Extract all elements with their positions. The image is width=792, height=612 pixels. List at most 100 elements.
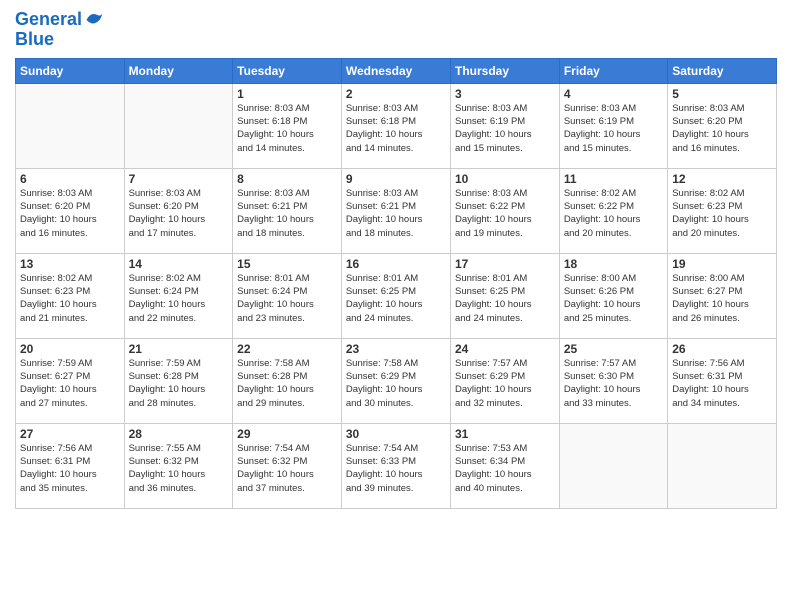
day-number: 16 [346, 257, 446, 271]
calendar-cell: 31Sunrise: 7:53 AMSunset: 6:34 PMDayligh… [450, 423, 559, 508]
day-number: 20 [20, 342, 120, 356]
calendar-cell [559, 423, 667, 508]
day-number: 9 [346, 172, 446, 186]
calendar-day-header: Friday [559, 58, 667, 83]
header: General Blue [15, 10, 777, 50]
calendar-cell: 10Sunrise: 8:03 AMSunset: 6:22 PMDayligh… [450, 168, 559, 253]
calendar-cell: 30Sunrise: 7:54 AMSunset: 6:33 PMDayligh… [341, 423, 450, 508]
calendar-cell: 4Sunrise: 8:03 AMSunset: 6:19 PMDaylight… [559, 83, 667, 168]
calendar-cell: 17Sunrise: 8:01 AMSunset: 6:25 PMDayligh… [450, 253, 559, 338]
day-info: Sunrise: 7:58 AMSunset: 6:29 PMDaylight:… [346, 357, 446, 410]
day-number: 11 [564, 172, 663, 186]
day-number: 25 [564, 342, 663, 356]
day-info: Sunrise: 7:54 AMSunset: 6:32 PMDaylight:… [237, 442, 337, 495]
calendar-table: SundayMondayTuesdayWednesdayThursdayFrid… [15, 58, 777, 509]
calendar-cell: 1Sunrise: 8:03 AMSunset: 6:18 PMDaylight… [233, 83, 342, 168]
day-info: Sunrise: 8:00 AMSunset: 6:26 PMDaylight:… [564, 272, 663, 325]
day-info: Sunrise: 8:03 AMSunset: 6:22 PMDaylight:… [455, 187, 555, 240]
day-number: 10 [455, 172, 555, 186]
day-number: 31 [455, 427, 555, 441]
calendar-cell [124, 83, 233, 168]
calendar-cell: 15Sunrise: 8:01 AMSunset: 6:24 PMDayligh… [233, 253, 342, 338]
day-number: 19 [672, 257, 772, 271]
logo-text: General [15, 10, 82, 30]
calendar-day-header: Saturday [668, 58, 777, 83]
calendar-cell: 25Sunrise: 7:57 AMSunset: 6:30 PMDayligh… [559, 338, 667, 423]
day-info: Sunrise: 8:01 AMSunset: 6:24 PMDaylight:… [237, 272, 337, 325]
day-number: 12 [672, 172, 772, 186]
calendar-cell: 2Sunrise: 8:03 AMSunset: 6:18 PMDaylight… [341, 83, 450, 168]
day-number: 6 [20, 172, 120, 186]
calendar-cell: 7Sunrise: 8:03 AMSunset: 6:20 PMDaylight… [124, 168, 233, 253]
day-info: Sunrise: 7:59 AMSunset: 6:28 PMDaylight:… [129, 357, 229, 410]
day-number: 22 [237, 342, 337, 356]
calendar-header-row: SundayMondayTuesdayWednesdayThursdayFrid… [16, 58, 777, 83]
calendar-cell: 22Sunrise: 7:58 AMSunset: 6:28 PMDayligh… [233, 338, 342, 423]
calendar-cell: 14Sunrise: 8:02 AMSunset: 6:24 PMDayligh… [124, 253, 233, 338]
calendar-week-row: 27Sunrise: 7:56 AMSunset: 6:31 PMDayligh… [16, 423, 777, 508]
day-info: Sunrise: 8:03 AMSunset: 6:20 PMDaylight:… [20, 187, 120, 240]
calendar-week-row: 13Sunrise: 8:02 AMSunset: 6:23 PMDayligh… [16, 253, 777, 338]
day-number: 24 [455, 342, 555, 356]
day-info: Sunrise: 8:03 AMSunset: 6:19 PMDaylight:… [455, 102, 555, 155]
day-number: 2 [346, 87, 446, 101]
day-number: 26 [672, 342, 772, 356]
day-number: 17 [455, 257, 555, 271]
calendar-cell: 24Sunrise: 7:57 AMSunset: 6:29 PMDayligh… [450, 338, 559, 423]
day-info: Sunrise: 8:03 AMSunset: 6:21 PMDaylight:… [346, 187, 446, 240]
day-info: Sunrise: 7:59 AMSunset: 6:27 PMDaylight:… [20, 357, 120, 410]
day-number: 5 [672, 87, 772, 101]
day-info: Sunrise: 8:03 AMSunset: 6:18 PMDaylight:… [237, 102, 337, 155]
day-number: 4 [564, 87, 663, 101]
day-info: Sunrise: 8:02 AMSunset: 6:23 PMDaylight:… [20, 272, 120, 325]
day-info: Sunrise: 8:03 AMSunset: 6:19 PMDaylight:… [564, 102, 663, 155]
day-number: 18 [564, 257, 663, 271]
calendar-cell [16, 83, 125, 168]
day-info: Sunrise: 7:56 AMSunset: 6:31 PMDaylight:… [20, 442, 120, 495]
logo-text-blue: Blue [15, 30, 54, 50]
calendar-cell: 23Sunrise: 7:58 AMSunset: 6:29 PMDayligh… [341, 338, 450, 423]
calendar-cell [668, 423, 777, 508]
calendar-cell: 18Sunrise: 8:00 AMSunset: 6:26 PMDayligh… [559, 253, 667, 338]
day-number: 3 [455, 87, 555, 101]
logo-icon [84, 10, 104, 30]
day-info: Sunrise: 8:02 AMSunset: 6:22 PMDaylight:… [564, 187, 663, 240]
day-info: Sunrise: 7:57 AMSunset: 6:29 PMDaylight:… [455, 357, 555, 410]
day-info: Sunrise: 7:58 AMSunset: 6:28 PMDaylight:… [237, 357, 337, 410]
day-number: 13 [20, 257, 120, 271]
day-info: Sunrise: 8:02 AMSunset: 6:23 PMDaylight:… [672, 187, 772, 240]
calendar-cell: 26Sunrise: 7:56 AMSunset: 6:31 PMDayligh… [668, 338, 777, 423]
day-number: 30 [346, 427, 446, 441]
day-number: 29 [237, 427, 337, 441]
calendar-cell: 12Sunrise: 8:02 AMSunset: 6:23 PMDayligh… [668, 168, 777, 253]
calendar-day-header: Monday [124, 58, 233, 83]
calendar-week-row: 1Sunrise: 8:03 AMSunset: 6:18 PMDaylight… [16, 83, 777, 168]
day-info: Sunrise: 8:03 AMSunset: 6:21 PMDaylight:… [237, 187, 337, 240]
day-info: Sunrise: 7:54 AMSunset: 6:33 PMDaylight:… [346, 442, 446, 495]
calendar-cell: 11Sunrise: 8:02 AMSunset: 6:22 PMDayligh… [559, 168, 667, 253]
day-number: 14 [129, 257, 229, 271]
day-number: 8 [237, 172, 337, 186]
calendar-cell: 16Sunrise: 8:01 AMSunset: 6:25 PMDayligh… [341, 253, 450, 338]
day-info: Sunrise: 8:03 AMSunset: 6:20 PMDaylight:… [129, 187, 229, 240]
day-number: 23 [346, 342, 446, 356]
day-info: Sunrise: 7:56 AMSunset: 6:31 PMDaylight:… [672, 357, 772, 410]
page: General Blue SundayMondayTuesdayWednesda… [0, 0, 792, 612]
logo: General Blue [15, 10, 104, 50]
day-number: 27 [20, 427, 120, 441]
calendar-cell: 28Sunrise: 7:55 AMSunset: 6:32 PMDayligh… [124, 423, 233, 508]
calendar-cell: 13Sunrise: 8:02 AMSunset: 6:23 PMDayligh… [16, 253, 125, 338]
day-number: 15 [237, 257, 337, 271]
calendar-cell: 8Sunrise: 8:03 AMSunset: 6:21 PMDaylight… [233, 168, 342, 253]
day-info: Sunrise: 8:01 AMSunset: 6:25 PMDaylight:… [346, 272, 446, 325]
calendar-day-header: Wednesday [341, 58, 450, 83]
day-number: 21 [129, 342, 229, 356]
calendar-cell: 6Sunrise: 8:03 AMSunset: 6:20 PMDaylight… [16, 168, 125, 253]
day-number: 7 [129, 172, 229, 186]
calendar-cell: 20Sunrise: 7:59 AMSunset: 6:27 PMDayligh… [16, 338, 125, 423]
calendar-cell: 29Sunrise: 7:54 AMSunset: 6:32 PMDayligh… [233, 423, 342, 508]
calendar-day-header: Sunday [16, 58, 125, 83]
calendar-week-row: 6Sunrise: 8:03 AMSunset: 6:20 PMDaylight… [16, 168, 777, 253]
calendar-cell: 19Sunrise: 8:00 AMSunset: 6:27 PMDayligh… [668, 253, 777, 338]
calendar-cell: 21Sunrise: 7:59 AMSunset: 6:28 PMDayligh… [124, 338, 233, 423]
